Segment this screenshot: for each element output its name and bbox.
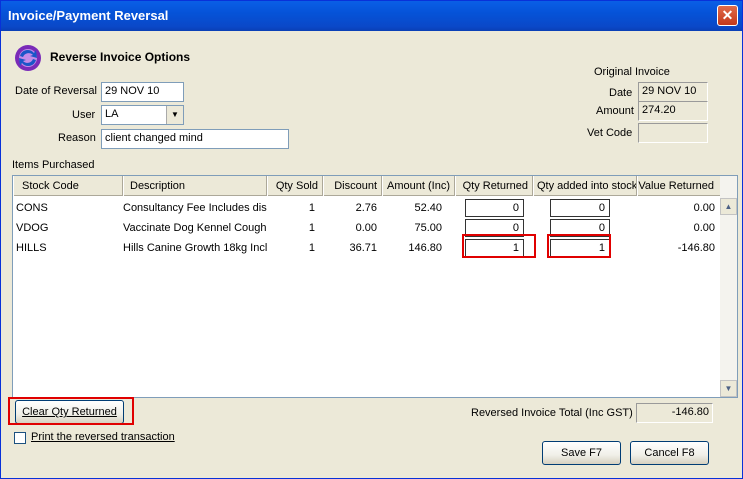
print-checkbox-label[interactable]: Print the reversed transaction: [31, 431, 175, 443]
window-title: Invoice/Payment Reversal: [8, 8, 169, 23]
save-button[interactable]: Save F7: [542, 441, 621, 465]
cell-qty-sold: 1: [308, 222, 315, 234]
scroll-up-arrow-icon[interactable]: ▲: [720, 198, 737, 215]
cancel-button[interactable]: Cancel F8: [630, 441, 709, 465]
col-amount-inc[interactable]: Amount (Inc): [382, 176, 455, 196]
table-row[interactable]: HILLS Hills Canine Growth 18kg Inclu 1 3…: [13, 238, 721, 258]
cell-amount: 52.40: [414, 202, 442, 214]
scroll-down-arrow-icon[interactable]: ▼: [720, 380, 737, 397]
print-checkbox[interactable]: [14, 432, 26, 444]
cell-stock-code: VDOG: [16, 222, 49, 234]
cell-value-returned: -146.80: [677, 242, 715, 254]
cell-stock-code: HILLS: [16, 242, 47, 254]
original-invoice-heading: Original Invoice: [594, 66, 670, 78]
col-stock-code[interactable]: Stock Code: [13, 176, 123, 196]
user-value: LA: [105, 108, 119, 120]
col-discount[interactable]: Discount: [323, 176, 382, 196]
col-qty-sold[interactable]: Qty Sold: [267, 176, 323, 196]
cell-discount: 2.76: [355, 202, 377, 214]
cell-amount: 75.00: [414, 222, 442, 234]
col-value-returned[interactable]: Value Returned: [637, 176, 721, 196]
items-grid[interactable]: Stock Code Description Qty Sold Discount…: [12, 175, 738, 398]
cell-qty-sold: 1: [308, 202, 315, 214]
vet-code-value: [638, 123, 708, 143]
cell-value-returned: 0.00: [693, 202, 715, 214]
date-field[interactable]: 29 NOV 10: [101, 82, 184, 102]
table-row[interactable]: VDOG Vaccinate Dog Kennel Cough. 1 0.00 …: [13, 218, 721, 238]
cell-discount: 0.00: [355, 222, 377, 234]
col-qty-returned[interactable]: Qty Returned: [455, 176, 533, 196]
reversed-total-value: -146.80: [636, 403, 713, 423]
reversal-window: Invoice/Payment Reversal ✕ Reverse Invoi…: [0, 0, 743, 479]
cell-description: Hills Canine Growth 18kg Inclu: [123, 242, 267, 254]
close-button[interactable]: ✕: [717, 5, 738, 26]
cell-qty-sold: 1: [308, 242, 315, 254]
cell-discount: 36.71: [349, 242, 377, 254]
reason-field[interactable]: client changed mind: [101, 129, 289, 149]
qty-into-stock-input[interactable]: 0: [550, 199, 610, 217]
items-purchased-label: Items Purchased: [12, 159, 95, 171]
cell-description: Consultancy Fee Includes disc: [123, 202, 267, 214]
table-row[interactable]: CONS Consultancy Fee Includes disc 1 2.7…: [13, 198, 721, 218]
highlight-qty-returned: [462, 234, 536, 258]
original-amount-value: 274.20: [638, 101, 708, 121]
highlight-qty-into-stock: [547, 234, 611, 258]
col-qty-into-stock[interactable]: Qty added into stock: [533, 176, 637, 196]
original-date-value: 29 NOV 10: [638, 82, 708, 102]
original-amount-label: Amount: [596, 105, 634, 117]
title-bar[interactable]: Invoice/Payment Reversal ✕: [1, 1, 742, 31]
highlight-clear-button: [8, 397, 134, 425]
original-date-label: Date: [609, 87, 633, 99]
cell-stock-code: CONS: [16, 202, 48, 214]
cell-amount: 146.80: [408, 242, 442, 254]
reversed-total-label: Reversed Invoice Total (Inc GST): [471, 407, 633, 419]
date-label: Date of Reversal: [15, 85, 97, 97]
options-heading: Reverse Invoice Options: [50, 50, 191, 64]
cell-description: Vaccinate Dog Kennel Cough.: [123, 222, 267, 234]
col-description[interactable]: Description: [123, 176, 267, 196]
cancel-button-label: Cancel F8: [644, 447, 695, 459]
cell-value-returned: 0.00: [693, 222, 715, 234]
save-button-label: Save F7: [561, 447, 602, 459]
user-combo[interactable]: LA ▼: [101, 105, 184, 125]
vertical-scrollbar[interactable]: ▲ ▼: [720, 176, 737, 397]
chevron-down-icon[interactable]: ▼: [166, 106, 183, 124]
grid-header: Stock Code Description Qty Sold Discount…: [13, 176, 721, 196]
reverse-arrows-icon: [14, 44, 42, 72]
qty-returned-input[interactable]: 0: [465, 199, 524, 217]
vet-code-label: Vet Code: [587, 127, 633, 139]
reason-label: Reason: [58, 132, 96, 144]
user-label: User: [72, 109, 96, 121]
